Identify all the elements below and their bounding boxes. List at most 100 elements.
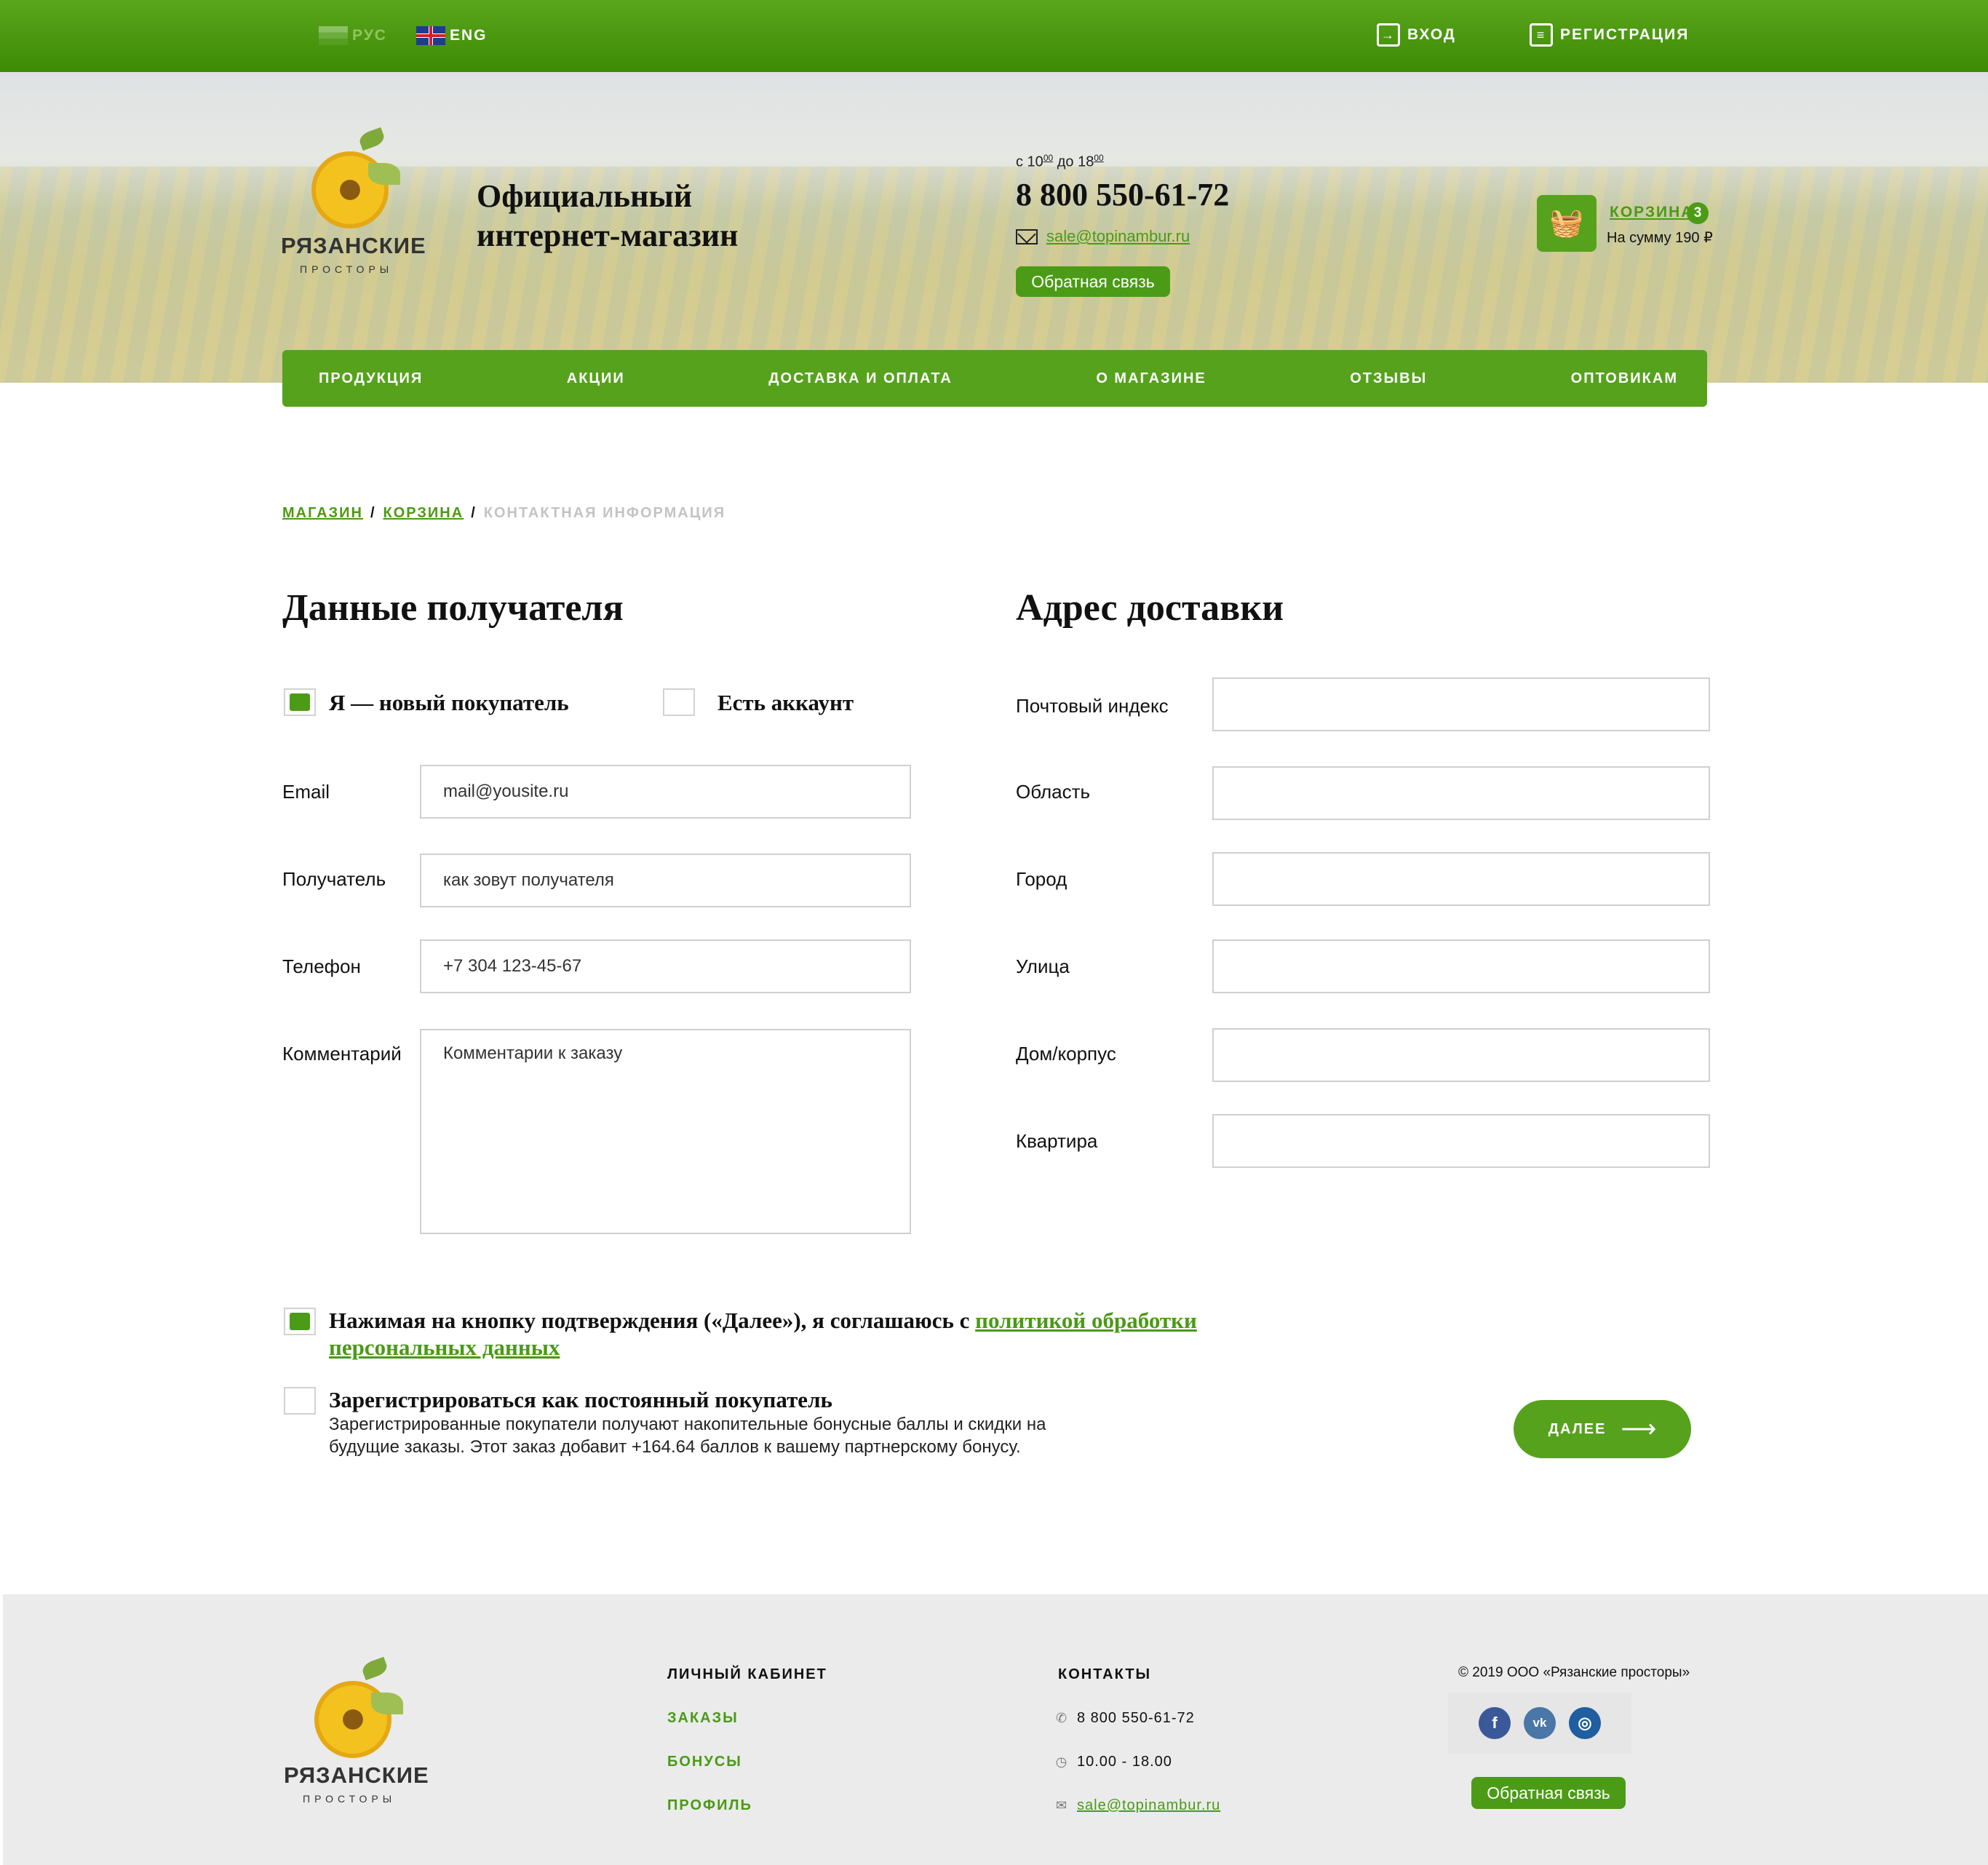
login-label: ВХОД <box>1407 26 1456 43</box>
login-icon: → <box>1377 23 1400 47</box>
region-label: Область <box>1016 781 1091 803</box>
arrow-right-icon: ⟶ <box>1621 1415 1657 1443</box>
footer-logo[interactable]: РЯЗАНСКИЕ ПРОСТОРЫ <box>284 1656 429 1806</box>
cart-link[interactable]: КОРЗИНА <box>1610 204 1693 221</box>
street-field[interactable] <box>1212 939 1710 993</box>
house-field[interactable] <box>1212 1028 1710 1082</box>
basket-icon[interactable]: 🧺 <box>1537 195 1597 252</box>
lang-ru-link[interactable]: РУС <box>319 26 387 45</box>
nav-item-delivery[interactable]: ДОСТАВКА И ОПЛАТА <box>768 370 953 387</box>
register-form-icon: ≡ <box>1530 23 1553 47</box>
has-account-label[interactable]: Есть аккаунт <box>717 690 854 716</box>
cart-count-badge: 3 <box>1687 202 1709 224</box>
new-buyer-radio[interactable] <box>284 688 316 716</box>
nav-item-products[interactable]: ПРОДУКЦИЯ <box>319 370 423 387</box>
instagram-icon[interactable]: ◎ <box>1569 1707 1601 1739</box>
house-label: Дом/корпус <box>1016 1043 1116 1065</box>
footer-email-link[interactable]: sale@topinambur.ru <box>1077 1797 1220 1814</box>
main-nav: ПРОДУКЦИЯ АКЦИИ ДОСТАВКА И ОПЛАТА О МАГА… <box>282 350 1707 407</box>
footer-link-profile[interactable]: ПРОФИЛЬ <box>667 1797 752 1814</box>
breadcrumb-separator: / <box>471 505 477 521</box>
work-hours: с 1000 до 1800 <box>1016 153 1104 170</box>
nav-item-promos[interactable]: АКЦИИ <box>567 370 625 387</box>
site-tagline: Официальный интернет-магазин <box>477 178 739 253</box>
cart-widget[interactable]: 🧺 КОРЗИНА 3 На сумму 190 ₽ <box>1537 195 1713 252</box>
account-column-title: ЛИЧНЫЙ КАБИНЕТ <box>667 1666 827 1682</box>
top-bar: РУС ENG → ВХОД ≡ РЕГИСТРАЦИЯ <box>0 0 1988 72</box>
breadcrumb-shop[interactable]: МАГАЗИН <box>282 505 363 522</box>
lang-ru-label: РУС <box>352 27 387 44</box>
city-field[interactable] <box>1212 852 1710 906</box>
logo-name: РЯЗАНСКИЕ <box>281 233 426 258</box>
delivery-title: Адрес доставки <box>1016 587 1284 629</box>
facebook-icon[interactable]: f <box>1479 1707 1511 1739</box>
email-field[interactable]: mail@yousite.ru <box>420 765 911 819</box>
region-field[interactable] <box>1212 766 1710 820</box>
comment-label: Комментарий <box>282 1043 402 1065</box>
flat-field[interactable] <box>1212 1114 1710 1168</box>
clock-icon: ◷ <box>1055 1754 1068 1769</box>
comment-textarea[interactable]: Комментарии к заказу <box>420 1029 911 1234</box>
header-email[interactable]: sale@topinambur.ru <box>1016 227 1190 246</box>
privacy-consent-checkbox[interactable] <box>284 1308 316 1335</box>
login-link[interactable]: → ВХОД <box>1377 23 1456 47</box>
header-email-link[interactable]: sale@topinambur.ru <box>1046 227 1190 246</box>
footer-logo-name: РЯЗАНСКИЕ <box>284 1762 429 1788</box>
header-logo[interactable]: РЯЗАНСКИЕ ПРОСТОРЫ <box>281 127 426 277</box>
breadcrumb-separator: / <box>370 505 376 521</box>
contacts-column-title: КОНТАКТЫ <box>1058 1666 1152 1682</box>
breadcrumb-cart[interactable]: КОРЗИНА <box>383 505 464 522</box>
has-account-radio[interactable] <box>663 688 695 716</box>
cart-sum: На сумму 190 ₽ <box>1607 230 1713 246</box>
header-phone[interactable]: 8 800 550-61-72 <box>1016 176 1229 213</box>
register-label: РЕГИСТРАЦИЯ <box>1560 26 1690 43</box>
zip-label: Почтовый индекс <box>1016 695 1169 717</box>
register-regular-checkbox[interactable] <box>284 1387 316 1415</box>
nav-item-wholesale[interactable]: ОПТОВИКАМ <box>1571 370 1678 387</box>
footer-feedback-button[interactable]: Обратная связь <box>1471 1777 1626 1809</box>
new-buyer-label[interactable]: Я — новый покупатель <box>329 690 569 716</box>
footer-phone[interactable]: ✆ 8 800 550-61-72 <box>1055 1710 1195 1727</box>
lang-en-link[interactable]: ENG <box>416 26 488 45</box>
logo-leaf <box>371 1693 403 1714</box>
lang-en-label: ENG <box>450 27 488 44</box>
breadcrumb-current: КОНТАКТНАЯ ИНФОРМАЦИЯ <box>483 505 726 521</box>
flat-label: Квартира <box>1016 1130 1098 1152</box>
phone-field[interactable]: +7 304 123-45-67 <box>420 939 911 993</box>
social-links: f vk ◎ <box>1448 1693 1631 1754</box>
phone-label: Телефон <box>282 955 361 977</box>
logo-leaf <box>368 163 400 185</box>
recipient-label: Получатель <box>282 868 386 890</box>
logo-subtitle: ПРОСТОРЫ <box>300 263 394 275</box>
city-label: Город <box>1016 868 1067 890</box>
register-regular-description: Зарегистрированные покупатели получают н… <box>329 1415 1046 1457</box>
logo-leaf <box>357 127 386 151</box>
nav-item-reviews[interactable]: ОТЗЫВЫ <box>1350 370 1427 387</box>
feedback-button[interactable]: Обратная связь <box>1016 266 1170 297</box>
register-regular-title: Зарегистрироваться как постоянный покупа… <box>329 1387 832 1412</box>
vkontakte-icon[interactable]: vk <box>1524 1707 1556 1739</box>
nav-item-about[interactable]: О МАГАЗИНЕ <box>1096 370 1206 387</box>
breadcrumb: МАГАЗИН / КОРЗИНА / КОНТАКТНАЯ ИНФОРМАЦИ… <box>282 505 725 522</box>
footer-email[interactable]: ✉ sale@topinambur.ru <box>1055 1797 1220 1814</box>
privacy-consent-text: Нажимая на кнопку подтверждения («Далее»… <box>329 1308 1197 1360</box>
zip-field[interactable] <box>1212 677 1710 731</box>
next-button-label: ДАЛЕЕ <box>1548 1420 1607 1437</box>
footer-link-bonuses[interactable]: БОНУСЫ <box>667 1754 742 1770</box>
copyright: © 2019 ООО «Рязанские просторы» <box>1458 1665 1690 1680</box>
logo-leaf <box>360 1656 389 1681</box>
footer-link-orders[interactable]: ЗАКАЗЫ <box>667 1710 739 1727</box>
envelope-icon <box>1016 228 1038 244</box>
envelope-icon: ✉ <box>1055 1798 1068 1813</box>
email-label: Email <box>282 781 330 803</box>
register-link[interactable]: ≡ РЕГИСТРАЦИЯ <box>1530 23 1689 47</box>
russia-flag-icon <box>319 26 348 45</box>
recipient-name-field[interactable]: как зовут получателя <box>420 854 911 907</box>
recipient-title: Данные получателя <box>282 587 624 629</box>
phone-icon: ✆ <box>1055 1711 1068 1725</box>
street-label: Улица <box>1016 955 1070 977</box>
footer-logo-subtitle: ПРОСТОРЫ <box>303 1793 397 1805</box>
next-button[interactable]: ДАЛЕЕ ⟶ <box>1514 1400 1691 1458</box>
footer-hours: ◷ 10.00 - 18.00 <box>1055 1754 1172 1770</box>
uk-flag-icon <box>416 26 445 45</box>
